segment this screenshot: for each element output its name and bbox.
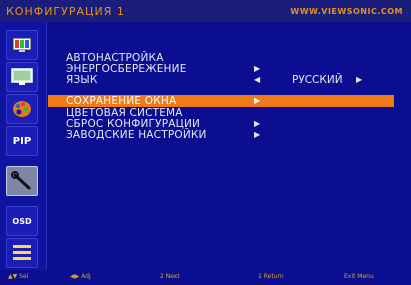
sidebar-item-color[interactable]	[6, 94, 38, 124]
menu-title: КОНФИГУРАЦИЯ 1	[6, 4, 125, 18]
sidebar-item-pip[interactable]: PIP	[6, 126, 38, 156]
sidebar: PIP OSD	[0, 22, 47, 270]
footer-hints: ▲▼ Sel ◀▶ Adj 2 Next 1 Return Exit Menu	[0, 272, 411, 285]
sidebar-item-setup[interactable]	[6, 166, 38, 196]
footer-hint-return: 1 Return	[258, 273, 284, 280]
pip-icon: PIP	[12, 135, 32, 147]
menu-item-label: ЗАВОДСКИЕ НАСТРОЙКИ	[66, 129, 207, 141]
osd-icon: OSD	[12, 216, 32, 226]
arrow-right-icon: ▶	[254, 96, 261, 105]
arrow-right-icon: ▶	[254, 130, 261, 139]
sidebar-item-display[interactable]	[6, 62, 38, 92]
menu-item-factory-reset[interactable]: ЗАВОДСКИЕ НАСТРОЙКИ ▶	[48, 129, 394, 141]
osd-menu: КОНФИГУРАЦИЯ 1 WWW.VIEWSONIC.COM PIP OSD…	[0, 0, 411, 285]
menu-item-window-save[interactable]: СОХРАНЕНИЕ ОКНА ▶	[48, 95, 394, 107]
sidebar-item-menu[interactable]	[6, 238, 38, 268]
sidebar-item-osd[interactable]: OSD	[6, 206, 38, 236]
tv-icon	[12, 37, 32, 52]
list-menu-icon	[13, 245, 31, 260]
footer-hint-next: 2 Next	[160, 273, 180, 280]
arrow-right-icon: ▶	[356, 75, 363, 84]
menu-item-label: СОХРАНЕНИЕ ОКНА	[66, 95, 177, 107]
website-label: WWW.VIEWSONIC.COM	[290, 6, 403, 16]
sidebar-item-tv[interactable]	[6, 30, 38, 60]
arrow-left-icon: ◀	[254, 75, 261, 84]
monitor-icon	[11, 68, 33, 85]
footer-hint-select: ▲▼ Sel	[8, 273, 29, 280]
wrench-icon	[11, 171, 31, 190]
footer-hint-adjust: ◀▶ Adj	[70, 273, 91, 280]
header-bar: КОНФИГУРАЦИЯ 1 WWW.VIEWSONIC.COM	[0, 0, 411, 22]
menu-item-label: ЯЗЫК	[66, 74, 98, 86]
menu-item-language[interactable]: ЯЗЫК ◀ РУССКИЙ ▶	[48, 74, 394, 86]
footer-hint-exit: Exit Menu	[344, 273, 374, 280]
language-value: РУССКИЙ	[292, 74, 343, 86]
palette-icon	[13, 101, 31, 117]
